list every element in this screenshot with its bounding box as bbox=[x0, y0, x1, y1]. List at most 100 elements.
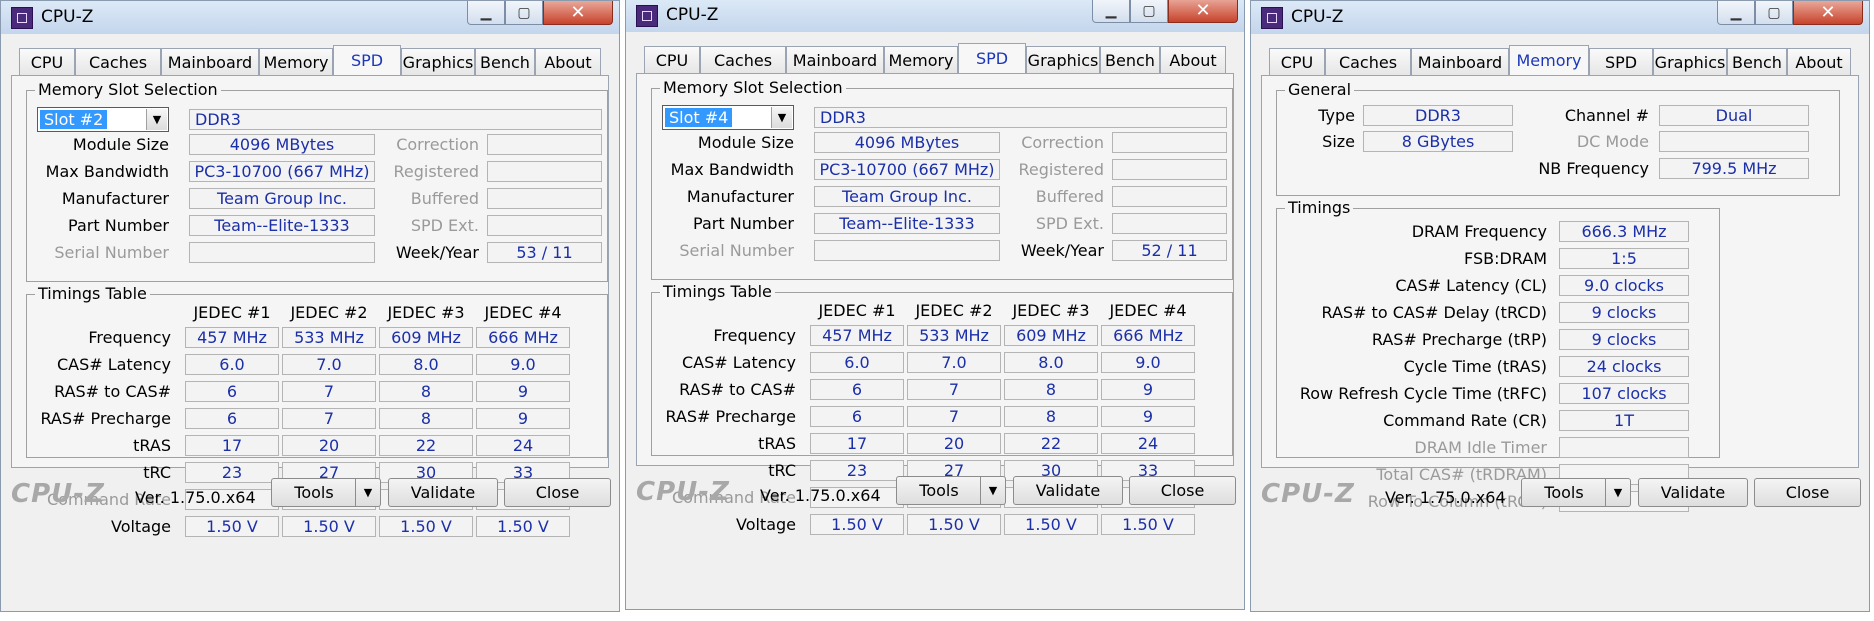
close-button[interactable]: Close bbox=[504, 478, 611, 507]
group-title: Memory Slot Selection bbox=[35, 80, 221, 99]
memory-timing-label: FSB:DRAM bbox=[1464, 249, 1547, 268]
timing-cell: 1.50 V bbox=[1101, 514, 1195, 535]
tab-cpu[interactable]: CPU bbox=[1269, 48, 1325, 75]
close-icon[interactable]: ✕ bbox=[1168, 0, 1238, 23]
timing-cell: 533 MHz bbox=[282, 327, 376, 348]
tab-cpu[interactable]: CPU bbox=[19, 48, 75, 75]
title-bar[interactable]: CPU-Z ▁ ▢ ✕ bbox=[1, 1, 619, 34]
chevron-down-icon[interactable]: ▼ bbox=[980, 477, 1005, 504]
tab-mainboard[interactable]: Mainboard bbox=[161, 48, 259, 75]
tab-memory[interactable]: Memory bbox=[884, 46, 958, 73]
tools-button[interactable]: Tools ▼ bbox=[1521, 478, 1631, 507]
timing-row-label: RAS# Precharge bbox=[40, 409, 171, 428]
buffered-label: Buffered bbox=[1035, 187, 1104, 206]
tab-caches[interactable]: Caches bbox=[700, 46, 786, 73]
tab-caches[interactable]: Caches bbox=[75, 48, 161, 75]
memory-type-field: DDR3 bbox=[189, 109, 602, 130]
maximize-icon[interactable]: ▢ bbox=[505, 1, 543, 25]
tab-memory[interactable]: Memory bbox=[259, 48, 333, 75]
minimize-icon[interactable]: ▁ bbox=[467, 1, 505, 25]
cpuz-app-icon bbox=[1261, 7, 1283, 29]
chevron-down-icon[interactable]: ▼ bbox=[1605, 479, 1630, 506]
tab-about[interactable]: About bbox=[535, 48, 601, 75]
module-size-label: Module Size bbox=[697, 133, 794, 152]
close-icon[interactable]: ✕ bbox=[1793, 1, 1863, 25]
timing-cell: 7 bbox=[907, 406, 1001, 427]
tab-mainboard[interactable]: Mainboard bbox=[1411, 48, 1509, 75]
minimize-icon[interactable]: ▁ bbox=[1717, 1, 1755, 25]
timing-cell: 6 bbox=[185, 381, 279, 402]
timing-cell: 8 bbox=[379, 381, 473, 402]
type-label: Type bbox=[1318, 106, 1355, 125]
tools-button[interactable]: Tools ▼ bbox=[271, 478, 381, 507]
timing-cell: 609 MHz bbox=[379, 327, 473, 348]
title-bar[interactable]: CPU-Z ▁ ▢ ✕ bbox=[1251, 1, 1869, 34]
validate-button[interactable]: Validate bbox=[388, 478, 498, 507]
timing-cell: 609 MHz bbox=[1004, 325, 1098, 346]
group-title: Timings Table bbox=[660, 282, 775, 301]
nb-frequency-label: NB Frequency bbox=[1538, 159, 1649, 178]
correction-label: Correction bbox=[1021, 133, 1104, 152]
chevron-down-icon[interactable]: ▼ bbox=[355, 479, 380, 506]
tab-about[interactable]: About bbox=[1787, 48, 1851, 75]
validate-button[interactable]: Validate bbox=[1638, 478, 1748, 507]
slot-select[interactable]: Slot #4 ▼ bbox=[662, 105, 794, 130]
timing-cell: 6 bbox=[810, 379, 904, 400]
serial-number-label: Serial Number bbox=[54, 243, 169, 262]
part-number-label: Part Number bbox=[68, 216, 169, 235]
nb-frequency-field: 799.5 MHz bbox=[1659, 158, 1809, 179]
close-button[interactable]: Close bbox=[1754, 478, 1861, 507]
timing-cell: 9.0 bbox=[476, 354, 570, 375]
week-year-label: Week/Year bbox=[395, 243, 479, 262]
maximize-icon[interactable]: ▢ bbox=[1755, 1, 1793, 25]
memory-slot-selection-group: Memory Slot Selection Slot #4 ▼ DDR3 Mod… bbox=[651, 78, 1233, 280]
timing-cell: 9 bbox=[476, 408, 570, 429]
tab-bench[interactable]: Bench bbox=[475, 48, 535, 75]
cpuz-app-icon bbox=[11, 7, 33, 29]
week-year-field: 53 / 11 bbox=[487, 242, 602, 263]
tab-graphics[interactable]: Graphics bbox=[1653, 48, 1727, 75]
tab-spd[interactable]: SPD bbox=[333, 45, 401, 75]
memory-type-field: DDR3 bbox=[814, 107, 1227, 128]
tools-button[interactable]: Tools ▼ bbox=[896, 476, 1006, 505]
tab-memory[interactable]: Memory bbox=[1509, 45, 1589, 75]
slot-select[interactable]: Slot #2 ▼ bbox=[37, 107, 169, 132]
tab-mainboard[interactable]: Mainboard bbox=[786, 46, 884, 73]
maximize-icon[interactable]: ▢ bbox=[1130, 0, 1168, 23]
chevron-down-icon[interactable]: ▼ bbox=[146, 109, 167, 130]
memory-timing-value: 666.3 MHz bbox=[1559, 221, 1689, 242]
serial-number-field bbox=[189, 242, 375, 263]
jedec-4-header: JEDEC #4 bbox=[484, 303, 562, 322]
registered-field bbox=[1112, 159, 1227, 180]
timing-cell: 9.0 bbox=[1101, 352, 1195, 373]
window-title: CPU-Z bbox=[1291, 7, 1344, 27]
tab-about[interactable]: About bbox=[1160, 46, 1226, 73]
tab-bench[interactable]: Bench bbox=[1727, 48, 1787, 75]
manufacturer-field: Team Group Inc. bbox=[814, 186, 1000, 207]
timing-cell: 7 bbox=[282, 408, 376, 429]
chevron-down-icon[interactable]: ▼ bbox=[771, 107, 792, 128]
size-label: Size bbox=[1322, 132, 1355, 151]
tab-graphics[interactable]: Graphics bbox=[401, 48, 475, 75]
slot-selected-value: Slot #4 bbox=[665, 108, 733, 127]
minimize-icon[interactable]: ▁ bbox=[1092, 0, 1130, 23]
jedec-1-header: JEDEC #1 bbox=[193, 303, 271, 322]
tab-cpu[interactable]: CPU bbox=[644, 46, 700, 73]
window-title: CPU-Z bbox=[666, 5, 719, 25]
tab-caches[interactable]: Caches bbox=[1325, 48, 1411, 75]
correction-field bbox=[487, 134, 602, 155]
timing-row-label: Voltage bbox=[735, 515, 796, 534]
title-bar[interactable]: CPU-Z ▁ ▢ ✕ bbox=[626, 0, 1244, 32]
group-title: General bbox=[1285, 80, 1355, 99]
serial-number-label: Serial Number bbox=[679, 241, 794, 260]
timing-cell: 9 bbox=[1101, 406, 1195, 427]
close-button[interactable]: Close bbox=[1129, 476, 1236, 505]
timing-cell: 8 bbox=[379, 408, 473, 429]
part-number-field: Team--Elite-1333 bbox=[814, 213, 1000, 234]
close-icon[interactable]: ✕ bbox=[543, 1, 613, 25]
tab-spd[interactable]: SPD bbox=[1589, 48, 1653, 75]
validate-button[interactable]: Validate bbox=[1013, 476, 1123, 505]
tab-spd[interactable]: SPD bbox=[958, 43, 1026, 73]
tab-graphics[interactable]: Graphics bbox=[1026, 46, 1100, 73]
tab-bench[interactable]: Bench bbox=[1100, 46, 1160, 73]
